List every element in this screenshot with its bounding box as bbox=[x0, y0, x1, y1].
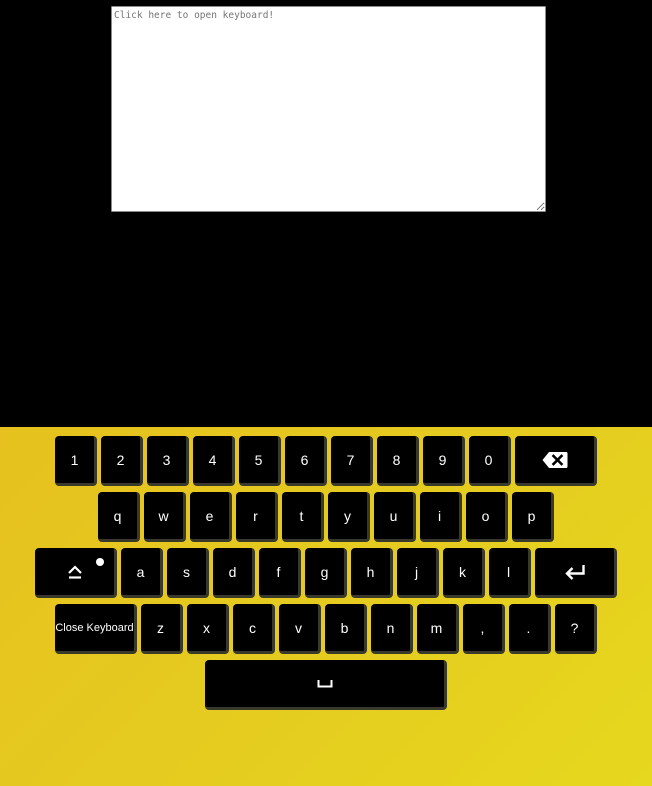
key-x[interactable]: x bbox=[187, 604, 229, 654]
key-0[interactable]: 0 bbox=[469, 436, 511, 486]
key-label: 3 bbox=[162, 451, 171, 468]
key-comma[interactable]: , bbox=[463, 604, 505, 654]
key-m[interactable]: m bbox=[417, 604, 459, 654]
backspace-icon bbox=[542, 451, 568, 469]
keyboard-row-numbers: 1 2 3 4 5 6 7 8 9 0 bbox=[0, 436, 652, 488]
key-label: z bbox=[157, 619, 164, 636]
key-label: d bbox=[228, 563, 237, 580]
shift-indicator-dot bbox=[96, 558, 104, 566]
key-label: h bbox=[366, 563, 375, 580]
key-label: 2 bbox=[116, 451, 125, 468]
key-t[interactable]: t bbox=[282, 492, 324, 542]
key-8[interactable]: 8 bbox=[377, 436, 419, 486]
key-3[interactable]: 3 bbox=[147, 436, 189, 486]
key-e[interactable]: e bbox=[190, 492, 232, 542]
key-g[interactable]: g bbox=[305, 548, 347, 598]
key-label: t bbox=[299, 507, 304, 524]
key-label: f bbox=[276, 563, 281, 580]
key-label: s bbox=[183, 563, 190, 580]
key-label: v bbox=[295, 619, 302, 636]
key-f[interactable]: f bbox=[259, 548, 301, 598]
enter-key[interactable] bbox=[535, 548, 617, 598]
key-period[interactable]: . bbox=[509, 604, 551, 654]
key-1[interactable]: 1 bbox=[55, 436, 97, 486]
key-l[interactable]: l bbox=[489, 548, 531, 598]
space-icon bbox=[317, 679, 333, 688]
key-label: g bbox=[320, 563, 329, 580]
key-7[interactable]: 7 bbox=[331, 436, 373, 486]
key-d[interactable]: d bbox=[213, 548, 255, 598]
key-label: c bbox=[249, 619, 256, 636]
key-label: j bbox=[414, 563, 419, 580]
key-k[interactable]: k bbox=[443, 548, 485, 598]
key-s[interactable]: s bbox=[167, 548, 209, 598]
key-label: 8 bbox=[392, 451, 401, 468]
key-4[interactable]: 4 bbox=[193, 436, 235, 486]
key-label: l bbox=[506, 563, 511, 580]
key-label: k bbox=[459, 563, 466, 580]
key-j[interactable]: j bbox=[397, 548, 439, 598]
key-label: n bbox=[386, 619, 395, 636]
key-label: 4 bbox=[208, 451, 217, 468]
editor-container bbox=[111, 6, 546, 212]
close-keyboard-label: Close Keyboard bbox=[55, 621, 134, 634]
key-2[interactable]: 2 bbox=[101, 436, 143, 486]
key-label: ? bbox=[570, 619, 579, 636]
key-q[interactable]: q bbox=[98, 492, 140, 542]
key-label: u bbox=[389, 507, 398, 524]
key-label: q bbox=[113, 507, 122, 524]
key-label: x bbox=[203, 619, 210, 636]
key-label: 7 bbox=[346, 451, 355, 468]
key-label: 5 bbox=[254, 451, 263, 468]
close-keyboard-button[interactable]: Close Keyboard bbox=[55, 604, 137, 654]
key-a[interactable]: a bbox=[121, 548, 163, 598]
key-n[interactable]: n bbox=[371, 604, 413, 654]
enter-icon bbox=[564, 564, 586, 580]
text-editor[interactable] bbox=[111, 6, 546, 212]
key-label: , bbox=[480, 619, 485, 636]
key-question[interactable]: ? bbox=[555, 604, 597, 654]
keyboard-row-bottom-letters: Close Keyboard z x c v b n m , . ? bbox=[0, 604, 652, 656]
key-o[interactable]: o bbox=[466, 492, 508, 542]
key-label: r bbox=[253, 507, 258, 524]
keyboard-row-top-letters: q w e r t y u i o p bbox=[0, 492, 652, 544]
key-v[interactable]: v bbox=[279, 604, 321, 654]
virtual-keyboard: 1 2 3 4 5 6 7 8 9 0 q w e r t y u i o p … bbox=[0, 427, 652, 786]
key-label: y bbox=[344, 507, 351, 524]
key-label: 6 bbox=[300, 451, 309, 468]
shift-icon bbox=[67, 564, 83, 579]
key-label: 0 bbox=[484, 451, 493, 468]
key-r[interactable]: r bbox=[236, 492, 278, 542]
keyboard-row-middle-letters: a s d f g h j k l bbox=[0, 548, 652, 600]
key-label: w bbox=[158, 507, 169, 524]
key-h[interactable]: h bbox=[351, 548, 393, 598]
key-label: i bbox=[437, 507, 442, 524]
key-y[interactable]: y bbox=[328, 492, 370, 542]
key-label: o bbox=[481, 507, 490, 524]
key-p[interactable]: p bbox=[512, 492, 554, 542]
key-label: . bbox=[526, 619, 531, 636]
key-5[interactable]: 5 bbox=[239, 436, 281, 486]
key-z[interactable]: z bbox=[141, 604, 183, 654]
shift-key[interactable] bbox=[35, 548, 117, 598]
key-u[interactable]: u bbox=[374, 492, 416, 542]
key-label: b bbox=[340, 619, 349, 636]
key-i[interactable]: i bbox=[420, 492, 462, 542]
keyboard-row-space bbox=[0, 660, 652, 712]
key-label: 1 bbox=[70, 451, 79, 468]
key-9[interactable]: 9 bbox=[423, 436, 465, 486]
key-label: m bbox=[430, 619, 443, 636]
key-b[interactable]: b bbox=[325, 604, 367, 654]
space-key[interactable] bbox=[205, 660, 447, 710]
key-label: a bbox=[136, 563, 145, 580]
key-w[interactable]: w bbox=[144, 492, 186, 542]
key-c[interactable]: c bbox=[233, 604, 275, 654]
key-label: p bbox=[527, 507, 536, 524]
page: 1 2 3 4 5 6 7 8 9 0 q w e bbox=[0, 0, 652, 786]
key-label: 9 bbox=[438, 451, 447, 468]
backspace-key[interactable] bbox=[515, 436, 597, 486]
key-6[interactable]: 6 bbox=[285, 436, 327, 486]
key-label: e bbox=[205, 507, 214, 524]
